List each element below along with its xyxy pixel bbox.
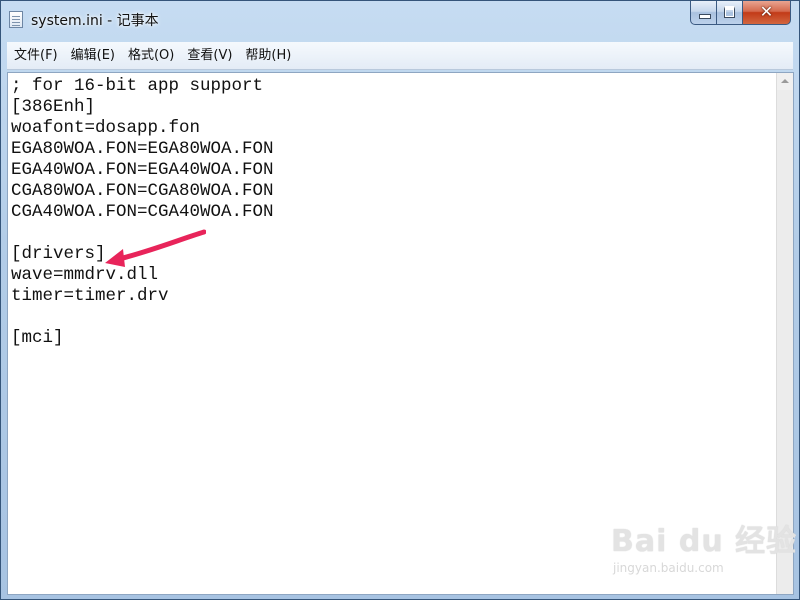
text-line: timer=timer.drv bbox=[11, 286, 169, 306]
menu-bar: 文件(F) 编辑(E) 格式(O) 查看(V) 帮助(H) bbox=[7, 42, 793, 70]
baidu-watermark: Bai du 经验 jingyan.baidu.com bbox=[611, 516, 796, 586]
watermark-url: jingyan.baidu.com bbox=[613, 561, 724, 575]
annotation-arrow-icon bbox=[105, 229, 206, 267]
close-button[interactable]: ✕ bbox=[743, 1, 791, 25]
title-bar[interactable]: system.ini - 记事本 ✕ bbox=[1, 1, 799, 39]
window-title: system.ini - 记事本 bbox=[31, 13, 159, 29]
close-icon: ✕ bbox=[759, 2, 774, 21]
menu-help[interactable]: 帮助(H) bbox=[239, 42, 297, 69]
maximize-button[interactable] bbox=[717, 1, 743, 25]
menu-view[interactable]: 查看(V) bbox=[181, 42, 238, 69]
minimize-button[interactable] bbox=[690, 1, 717, 25]
text-content[interactable]: ; for 16-bit app support [386Enh] woafon… bbox=[11, 76, 776, 591]
text-line bbox=[11, 307, 776, 328]
text-line: [386Enh] bbox=[11, 97, 96, 117]
menu-format[interactable]: 格式(O) bbox=[122, 42, 180, 69]
maximize-icon bbox=[724, 6, 735, 18]
text-line: CGA40WOA.FON=CGA40WOA.FON bbox=[11, 202, 274, 222]
text-line: EGA40WOA.FON=EGA40WOA.FON bbox=[11, 160, 274, 180]
text-line: ; for 16-bit app support bbox=[11, 76, 264, 96]
watermark-logo: Bai du 经验 bbox=[611, 524, 798, 559]
text-line: woafont=dosapp.fon bbox=[11, 118, 201, 138]
text-line: [mci] bbox=[11, 328, 64, 348]
menu-file[interactable]: 文件(F) bbox=[8, 42, 64, 69]
text-line: EGA80WOA.FON=EGA80WOA.FON bbox=[11, 139, 274, 159]
scroll-up-arrow-icon[interactable] bbox=[777, 73, 793, 90]
text-line: CGA80WOA.FON=CGA80WOA.FON bbox=[11, 181, 274, 201]
caption-buttons: ✕ bbox=[690, 1, 791, 25]
notepad-icon[interactable] bbox=[9, 11, 23, 28]
menu-edit[interactable]: 编辑(E) bbox=[65, 42, 121, 69]
minimize-icon bbox=[699, 14, 711, 19]
notepad-window: system.ini - 记事本 ✕ 文件(F) 编辑(E) 格式(O) 查看(… bbox=[0, 0, 800, 600]
